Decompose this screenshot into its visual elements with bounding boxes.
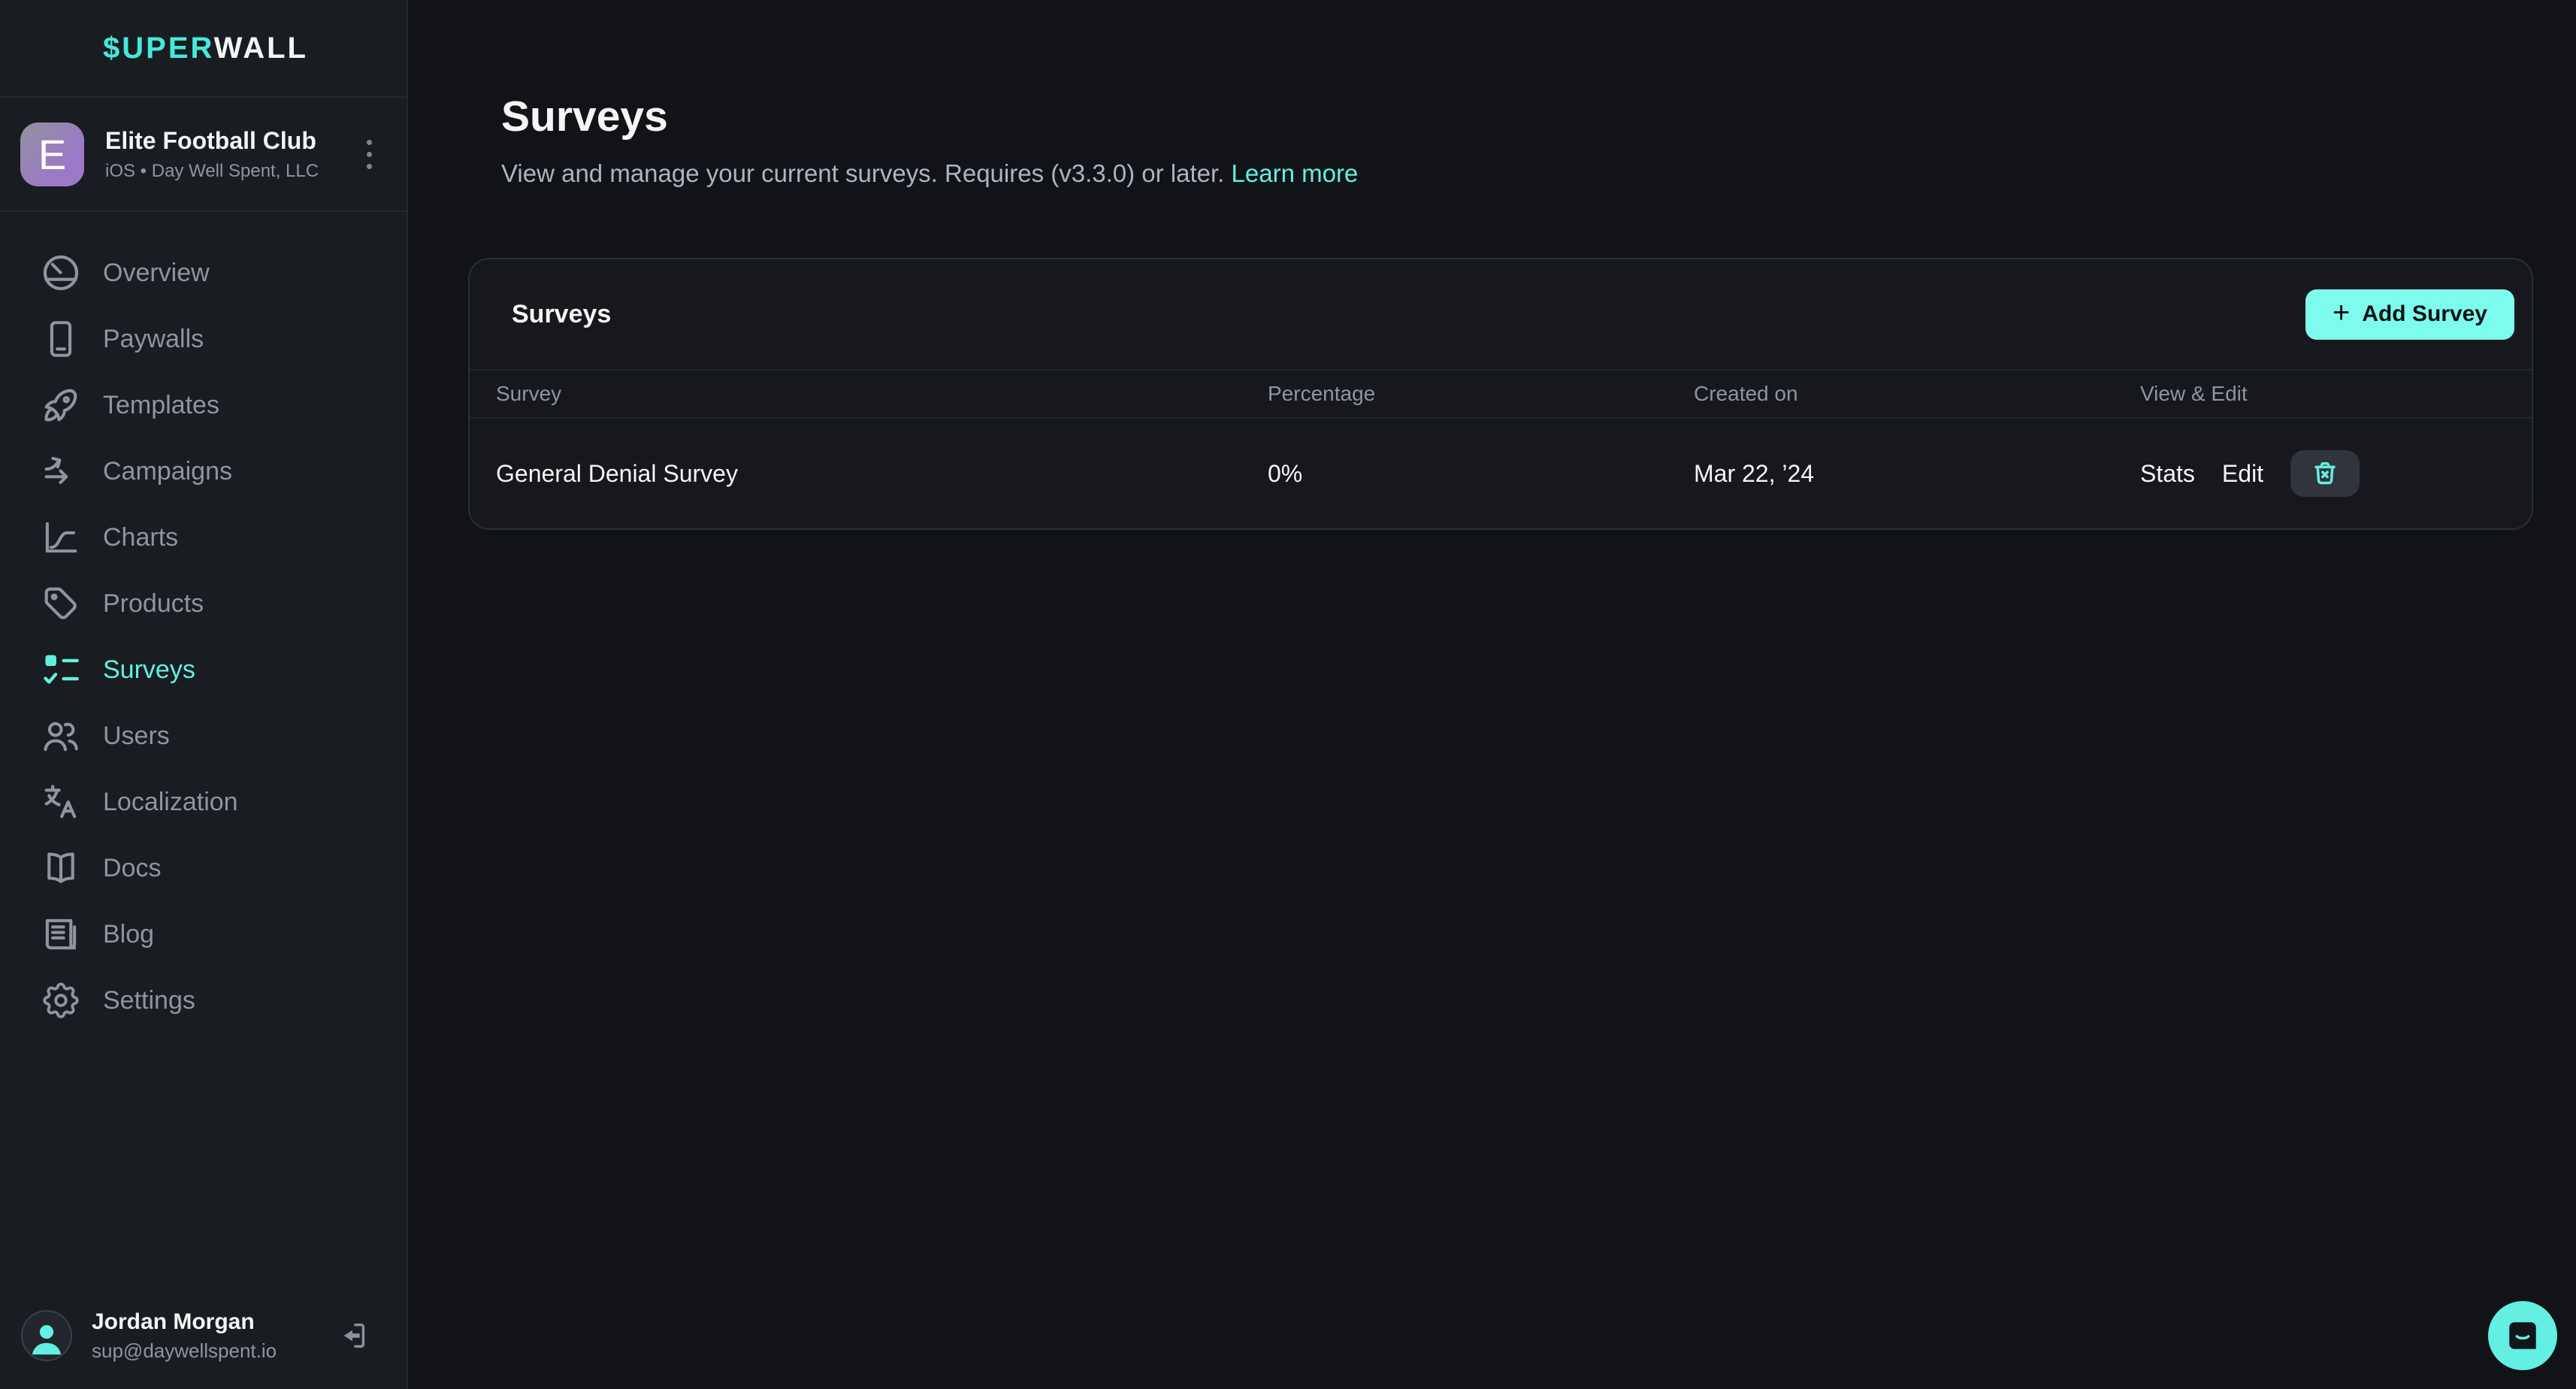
sidebar-item-label: Templates [103,391,219,420]
sidebar-item-label: Blog [103,920,154,949]
sidebar: $UPERWALL E Elite Football Club iOS • Da… [0,0,408,1389]
sidebar-item-docs[interactable]: Docs [0,835,407,901]
percentage-cell: 0% [1268,460,1694,488]
main-content: Surveys View and manage your current sur… [408,0,2576,1389]
plus-icon: + [2333,298,2350,328]
book-icon [39,846,83,890]
gauge-icon [39,251,83,295]
news-icon [39,912,83,956]
page-subtitle: View and manage your current surveys. Re… [501,159,1358,188]
sidebar-item-surveys[interactable]: Surveys [0,637,407,703]
sidebar-item-templates[interactable]: Templates [0,372,407,438]
users-icon [39,714,83,758]
sidebar-item-charts[interactable]: Charts [0,504,407,570]
column-header-percentage: Percentage [1268,382,1694,406]
page-subtitle-text: View and manage your current surveys. Re… [501,159,1224,187]
panel-title: Surveys [512,300,611,329]
sidebar-item-label: Docs [103,854,161,883]
edit-link[interactable]: Edit [2222,460,2263,488]
sidebar-item-label: Surveys [103,655,195,685]
chat-widget-button[interactable] [2488,1301,2557,1370]
sidebar-item-overview[interactable]: Overview [0,240,407,306]
user-name: Jordan Morgan [92,1309,336,1335]
survey-name-cell: General Denial Survey [496,460,1268,488]
add-survey-button-label: Add Survey [2362,301,2487,327]
sidebar-item-label: Charts [103,523,178,552]
user-info: Jordan Morgan sup@daywellspent.io [92,1309,336,1363]
user-section: Jordan Morgan sup@daywellspent.io [0,1290,407,1389]
sidebar-item-settings[interactable]: Settings [0,967,407,1033]
rocket-icon [39,383,83,427]
user-email: sup@daywellspent.io [92,1339,336,1363]
table-row: General Denial Survey 0% Mar 22, ’24 Sta… [470,419,2532,528]
chart-line-icon [39,516,83,559]
chat-bubble-icon [2502,1315,2544,1357]
translate-icon [39,780,83,824]
sidebar-item-label: Overview [103,259,210,288]
panel-header: Surveys + Add Survey [470,259,2532,371]
delete-survey-button[interactable] [2290,450,2360,497]
learn-more-link[interactable]: Learn more [1232,159,1359,187]
surveys-panel: Surveys + Add Survey Survey Percentage C… [468,258,2533,530]
row-actions: Stats Edit [2140,450,2509,497]
logout-icon[interactable] [336,1318,370,1353]
workspace-menu-button[interactable] [354,128,384,180]
sidebar-item-label: Products [103,589,204,619]
logo-accent-text: $UPER [103,32,214,65]
sidebar-nav: Overview Paywalls Templates Campaigns Ch [0,212,407,1290]
gear-icon [39,979,83,1022]
user-avatar [21,1310,72,1361]
column-header-survey: Survey [496,382,1268,406]
table-header: Survey Percentage Created on View & Edit [470,371,2532,419]
phone-icon [39,317,83,361]
workspace-name: Elite Football Club [105,127,354,155]
sidebar-item-label: Users [103,722,170,751]
sidebar-item-label: Settings [103,986,195,1015]
superwall-logo: $UPERWALL [103,32,308,65]
checklist-icon [39,648,83,691]
sidebar-item-localization[interactable]: Localization [0,769,407,835]
logo-rest-text: WALL [214,32,308,65]
sidebar-item-label: Paywalls [103,325,204,354]
workspace-subtitle: iOS • Day Well Spent, LLC [105,161,354,182]
column-header-created-on: Created on [1694,382,2140,406]
sidebar-item-campaigns[interactable]: Campaigns [0,438,407,504]
sidebar-item-label: Campaigns [103,457,232,486]
sidebar-item-products[interactable]: Products [0,570,407,637]
sidebar-item-paywalls[interactable]: Paywalls [0,306,407,372]
sidebar-item-label: Localization [103,788,238,817]
stats-link[interactable]: Stats [2140,460,2195,488]
column-header-view-edit: View & Edit [2140,382,2509,406]
sidebar-item-users[interactable]: Users [0,703,407,769]
page-title: Surveys [501,92,668,141]
logo-section: $UPERWALL [0,0,407,98]
created-on-cell: Mar 22, ’24 [1694,460,2140,488]
split-arrows-icon [39,449,83,493]
sidebar-item-blog[interactable]: Blog [0,901,407,967]
workspace-avatar: E [20,123,84,186]
workspace-info: Elite Football Club iOS • Day Well Spent… [105,127,354,182]
trash-icon [2310,458,2340,489]
add-survey-button[interactable]: + Add Survey [2305,289,2514,340]
workspace-switcher[interactable]: E Elite Football Club iOS • Day Well Spe… [0,98,407,212]
tag-icon [39,582,83,625]
